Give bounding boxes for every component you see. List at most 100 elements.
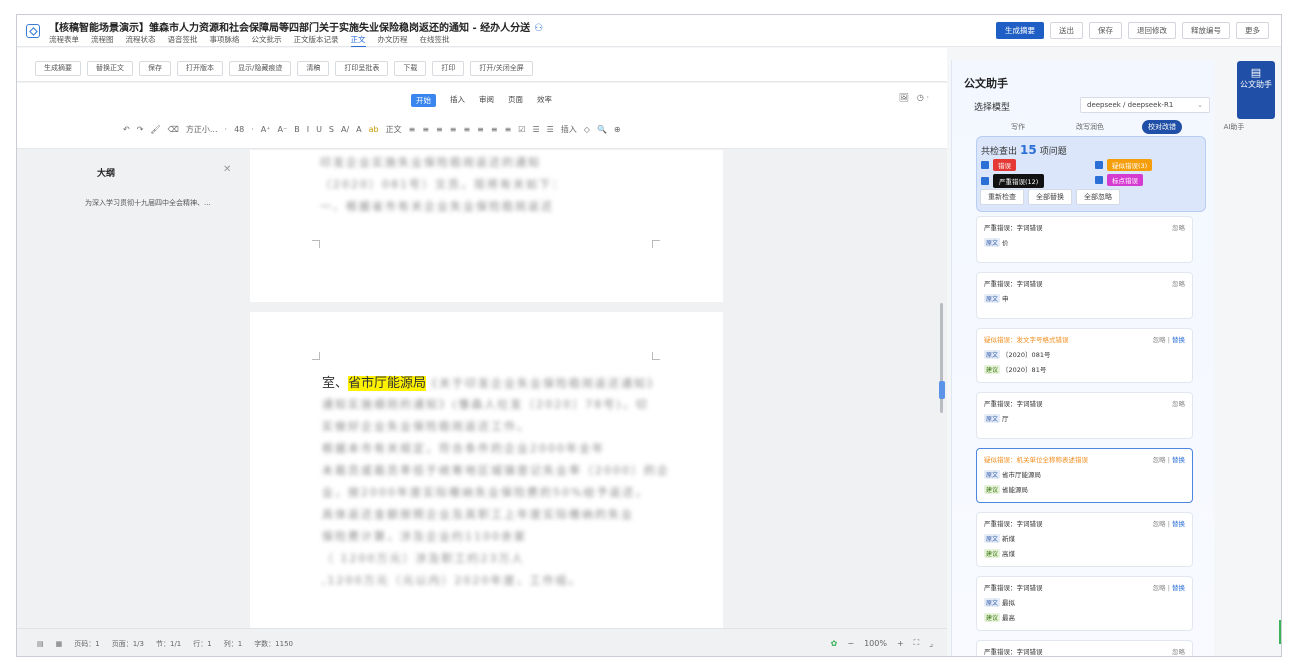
- summary-action-1[interactable]: 全部替换: [1028, 189, 1072, 205]
- panel-collapse-handle[interactable]: [939, 381, 945, 399]
- image-icon[interactable]: 🖼: [899, 93, 909, 102]
- ribbon-tab-3[interactable]: 页面: [508, 94, 523, 107]
- toolbar-button-2[interactable]: 保存: [139, 61, 171, 76]
- tab-8[interactable]: 办文历程: [378, 34, 408, 47]
- format-tool-11[interactable]: I: [307, 125, 309, 134]
- tab-5[interactable]: 公文批示: [252, 34, 282, 47]
- filter-0[interactable]: 错误: [981, 159, 1016, 171]
- assistant-toggle-button[interactable]: ▤ 公文助手: [1237, 61, 1275, 119]
- format-tool-17[interactable]: 正文: [386, 124, 402, 135]
- format-tool-16[interactable]: ab: [369, 125, 379, 134]
- header-button-5[interactable]: 更多: [1236, 22, 1269, 39]
- header-button-2[interactable]: 保存: [1089, 22, 1122, 39]
- mode-tab-0[interactable]: 写作: [982, 120, 1054, 134]
- mode-tab-1[interactable]: 改写润色: [1054, 120, 1126, 134]
- ignore-button[interactable]: 忽略: [1153, 584, 1166, 592]
- format-tool-29[interactable]: 插入: [561, 124, 577, 135]
- toolbar-button-1[interactable]: 替换正文: [87, 61, 133, 76]
- tab-4[interactable]: 事项脉络: [210, 34, 240, 47]
- format-tool-12[interactable]: U: [316, 125, 322, 134]
- replace-button[interactable]: 替换: [1172, 336, 1185, 344]
- header-button-3[interactable]: 退回修改: [1128, 22, 1176, 39]
- tab-1[interactable]: 流程图: [91, 34, 114, 47]
- ribbon-tab-2[interactable]: 审阅: [479, 94, 494, 107]
- ignore-button[interactable]: 忽略: [1172, 648, 1185, 656]
- format-tool-22[interactable]: ≡: [463, 125, 470, 134]
- mode-tab-3[interactable]: AI助手: [1198, 120, 1270, 134]
- issue-card[interactable]: 严重错误：字词错误 忽略 原文厅: [976, 392, 1193, 439]
- format-tool-8[interactable]: A⁺: [261, 125, 271, 134]
- format-tool-30[interactable]: ◇: [584, 125, 590, 134]
- format-tool-18[interactable]: ≡: [409, 125, 416, 134]
- format-tool-3[interactable]: ⌫: [168, 125, 179, 134]
- header-button-4[interactable]: 释放编号: [1182, 22, 1230, 39]
- toolbar-button-5[interactable]: 清稿: [297, 61, 330, 76]
- zoom-in-button[interactable]: +: [897, 639, 904, 648]
- checkbox[interactable]: [981, 177, 989, 185]
- tab-3[interactable]: 语音签批: [168, 34, 198, 47]
- format-tool-20[interactable]: ≡: [436, 125, 443, 134]
- toolbar-button-3[interactable]: 打开版本: [177, 61, 223, 76]
- issue-card[interactable]: 疑似错误：机关单位全称称表述错误 忽略 | 替换 原文 省市厅能源局 建议 省能源局: [976, 448, 1193, 503]
- tab-0[interactable]: 流程表单: [49, 34, 79, 47]
- filter-2[interactable]: 严重错误(12): [981, 174, 1045, 188]
- tab-6[interactable]: 正文版本记录: [294, 34, 339, 47]
- header-button-1[interactable]: 送出: [1050, 22, 1083, 39]
- format-tool-21[interactable]: ≡: [450, 125, 457, 134]
- issue-card[interactable]: 严重错误：字词错误 忽略 | 替换 原文 最拟 建议 最高: [976, 576, 1193, 631]
- toolbar-button-0[interactable]: 生成摘要: [35, 61, 81, 76]
- format-tool-25[interactable]: ≡: [505, 125, 512, 134]
- ribbon-tab-4[interactable]: 效率: [537, 94, 552, 107]
- format-tool-15[interactable]: A: [356, 125, 361, 134]
- clock-icon[interactable]: ◷ ·: [917, 93, 929, 102]
- ignore-button[interactable]: 忽略: [1172, 400, 1185, 408]
- ignore-button[interactable]: 忽略: [1153, 456, 1166, 464]
- format-tool-28[interactable]: ☰: [547, 125, 554, 134]
- zoom-out-button[interactable]: −: [847, 639, 854, 648]
- checkbox[interactable]: [1095, 176, 1103, 184]
- close-icon[interactable]: ✕: [223, 164, 231, 175]
- format-tool-5[interactable]: ·: [225, 125, 228, 134]
- summary-action-0[interactable]: 重新检查: [980, 189, 1024, 205]
- format-tool-31[interactable]: 🔍: [597, 125, 607, 134]
- toolbar-button-8[interactable]: 打印: [432, 61, 465, 76]
- format-tool-1[interactable]: ↷: [137, 125, 144, 134]
- format-tool-4[interactable]: 方正小...: [186, 124, 218, 135]
- toolbar-button-6[interactable]: 打印呈批表: [335, 61, 389, 76]
- replace-button[interactable]: 替换: [1172, 456, 1185, 464]
- filter-1[interactable]: 疑似错误(3): [1095, 159, 1153, 171]
- user-icon[interactable]: ⚇: [534, 23, 543, 34]
- format-tool-6[interactable]: 48: [234, 125, 244, 134]
- format-tool-13[interactable]: S: [329, 125, 334, 134]
- checkbox[interactable]: [981, 161, 989, 169]
- outline-view-icon[interactable]: ▦: [56, 640, 63, 648]
- highlighted-error-text[interactable]: 省市厅能源局: [348, 376, 427, 391]
- toolbar-button-7[interactable]: 下载: [394, 61, 427, 76]
- ignore-button[interactable]: 忽略: [1153, 520, 1166, 528]
- ribbon-tab-1[interactable]: 插入: [450, 94, 465, 107]
- tab-7[interactable]: 正文: [350, 34, 366, 47]
- fullscreen-icon[interactable]: ⌟: [929, 639, 933, 648]
- issue-card[interactable]: 严重错误：字词错误 忽略 原文申: [976, 272, 1193, 319]
- filter-3[interactable]: 标点错误: [1095, 174, 1143, 186]
- issue-card[interactable]: 严重错误：字词错误 忽略 | 替换 原文 新煤 建议 高煤: [976, 512, 1193, 567]
- ignore-button[interactable]: 忽略: [1172, 224, 1185, 232]
- format-tool-10[interactable]: B: [294, 125, 300, 134]
- format-tool-7[interactable]: ·: [251, 125, 254, 134]
- format-tool-0[interactable]: ↶: [123, 125, 130, 134]
- ribbon-tab-0[interactable]: 开始: [411, 94, 436, 107]
- format-tool-9[interactable]: A⁻: [278, 125, 288, 134]
- format-tool-2[interactable]: 🖌: [150, 125, 160, 134]
- page-view-icon[interactable]: ▤: [37, 640, 44, 648]
- document-page-2[interactable]: 室、省市厅能源局《关于印发企业失业保险稳岗返还通知》 通知实施细则的通知》(雏森…: [250, 312, 723, 632]
- format-tool-19[interactable]: ≡: [422, 125, 429, 134]
- format-tool-23[interactable]: ≡: [477, 125, 484, 134]
- issue-card[interactable]: 疑似错误：发文字号格式错误 忽略 | 替换 原文 〔2020〕081号 建议 〔2020〕…: [976, 328, 1193, 383]
- fit-icon[interactable]: ⛶: [914, 638, 920, 648]
- ignore-button[interactable]: 忽略: [1153, 336, 1166, 344]
- format-tool-24[interactable]: ≡: [491, 125, 498, 134]
- toolbar-button-9[interactable]: 打开/关闭全屏: [470, 61, 533, 76]
- tab-2[interactable]: 流程状态: [126, 34, 156, 47]
- model-select[interactable]: deepseek / deepseek-R1 ⌄: [1080, 97, 1210, 113]
- replace-button[interactable]: 替换: [1172, 520, 1185, 528]
